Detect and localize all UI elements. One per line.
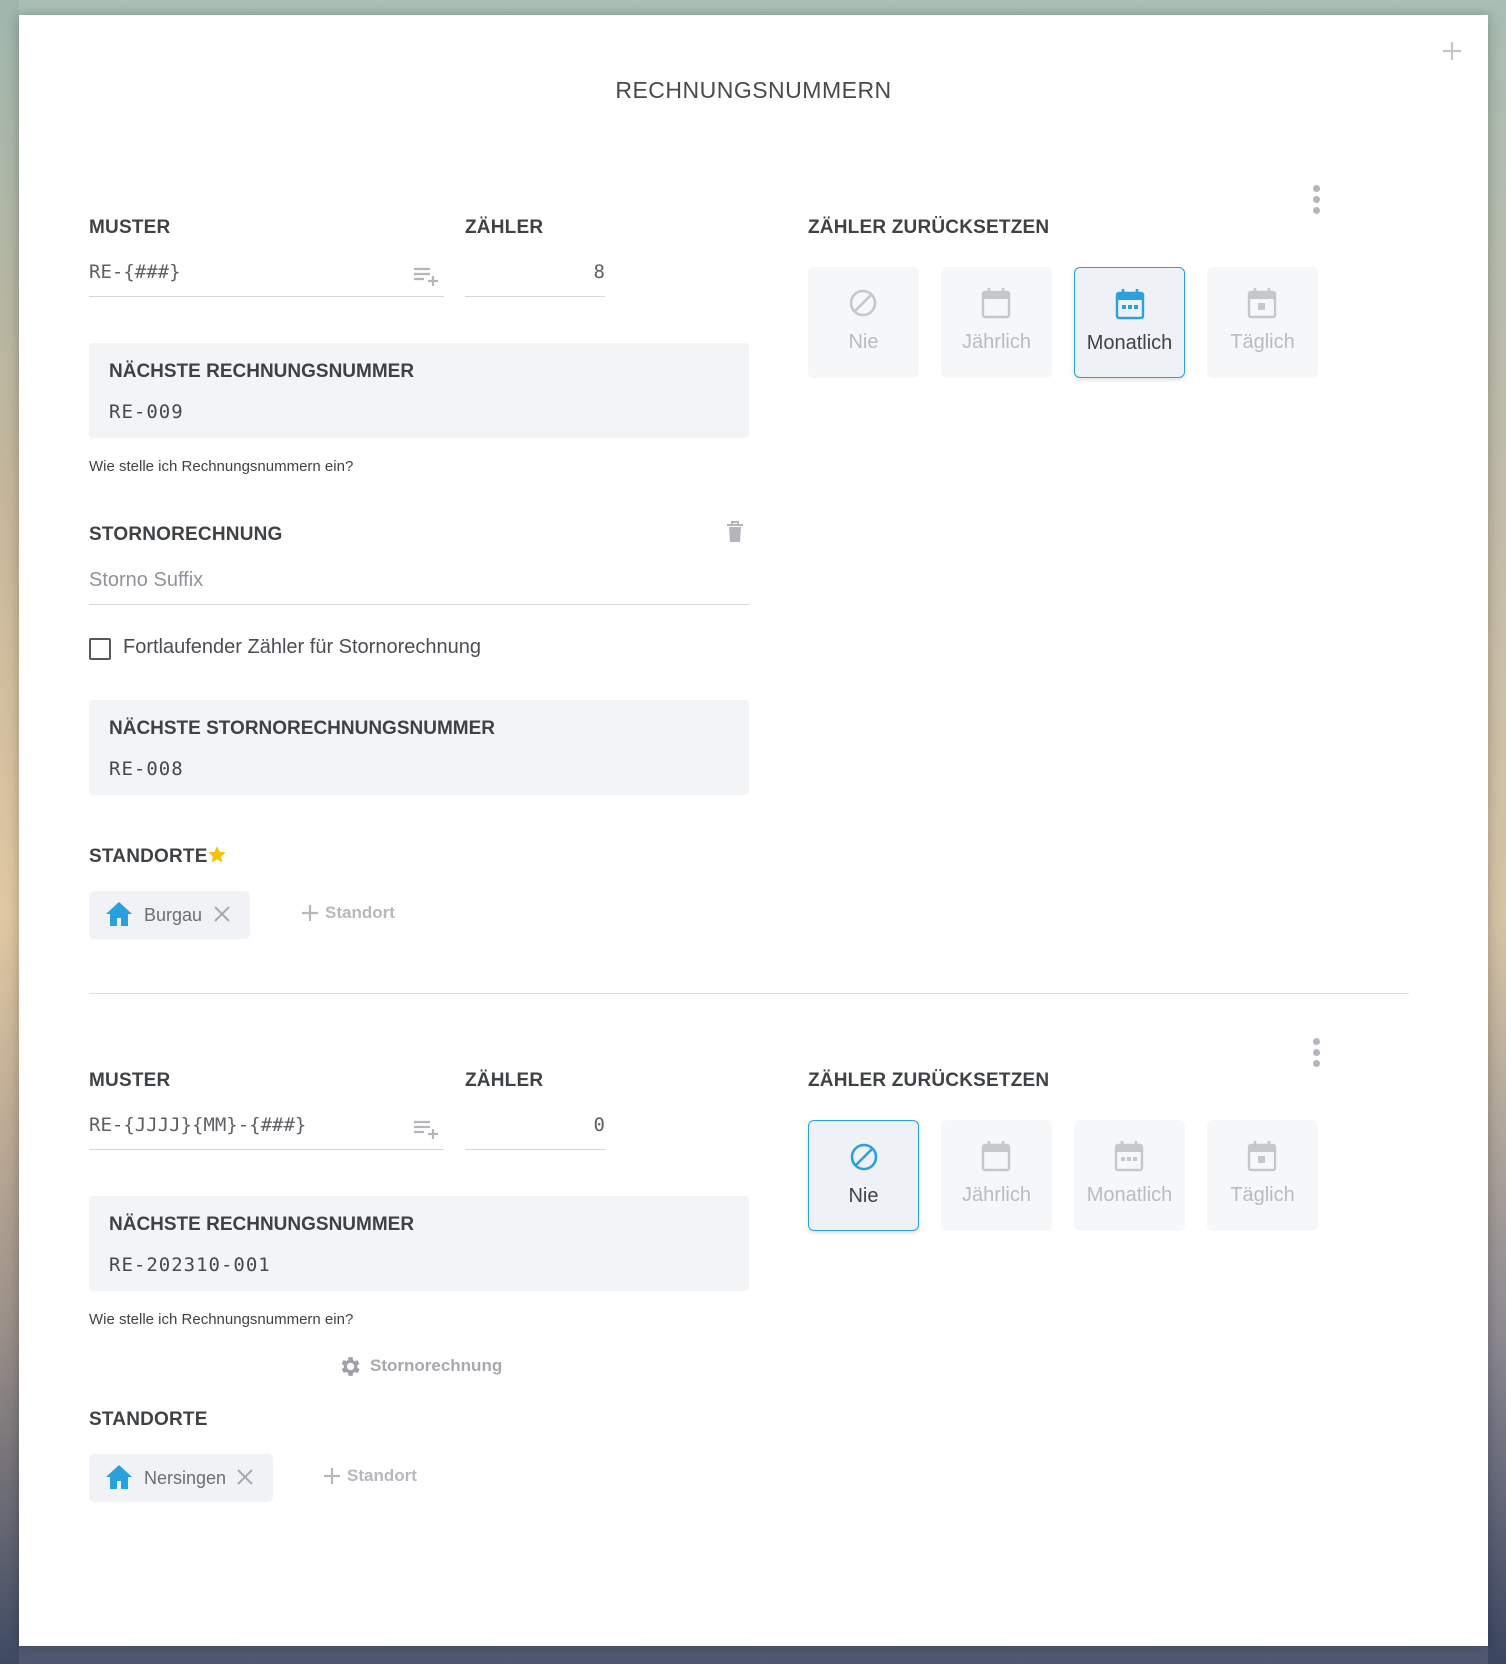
zaehler-label: ZÄHLER <box>465 217 544 238</box>
trash-icon[interactable] <box>726 521 744 543</box>
storno-suffix-input[interactable]: Storno Suffix <box>89 563 749 605</box>
next-number-value: RE-202310-001 <box>109 1254 271 1276</box>
home-icon <box>106 902 132 926</box>
reset-option-label: Monatlich <box>1086 1184 1173 1206</box>
zaehler-input[interactable]: 8 <box>465 255 605 297</box>
muster-value: RE-{JJJJ}{MM}-{###} <box>89 1114 307 1136</box>
muster-value: RE-{###} <box>89 261 181 283</box>
reset-option-nie[interactable]: Nie <box>808 267 919 378</box>
storno-settings-label: Stornorechnung <box>370 1356 503 1375</box>
block-icon <box>850 1143 878 1171</box>
location-name: Burgau <box>144 905 203 925</box>
calendar-month-icon <box>1114 1141 1144 1172</box>
reset-option-label: Jährlich <box>962 1184 1031 1206</box>
reset-option-label: Jährlich <box>962 331 1031 353</box>
zaehler-label: ZÄHLER <box>465 1070 544 1091</box>
close-icon[interactable] <box>236 1468 254 1486</box>
reset-option-label: Täglich <box>1230 331 1295 353</box>
kebab-menu-icon[interactable] <box>1310 1038 1322 1068</box>
number-range-section-2: MUSTER RE-{JJJJ}{MM}-{###} ZÄHLER 0 ZÄHL… <box>89 1018 1409 1618</box>
gear-icon <box>341 1357 360 1376</box>
number-range-section-1: MUSTER RE-{###} ZÄHLER 8 ZÄHLER ZURÜCKSE… <box>89 165 1409 965</box>
location-name: Nersingen <box>144 1468 227 1488</box>
next-number-label: NÄCHSTE RECHNUNGSNUMMER <box>109 1214 415 1235</box>
next-storno-number-value: RE-008 <box>109 758 184 780</box>
storno-suffix-placeholder: Storno Suffix <box>89 569 204 591</box>
calendar-blank-icon <box>981 288 1011 319</box>
reset-option-jaehrlich[interactable]: Jährlich <box>941 1120 1052 1231</box>
calendar-today-icon <box>1247 288 1277 319</box>
playlist-add-icon[interactable] <box>412 1116 442 1140</box>
location-chip[interactable]: Burgau <box>89 891 250 939</box>
muster-input[interactable]: RE-{###} <box>89 255 444 297</box>
kebab-menu-icon[interactable] <box>1310 185 1322 215</box>
reset-label: ZÄHLER ZURÜCKSETZEN <box>808 1070 1050 1091</box>
storno-counter-checkbox[interactable] <box>89 638 111 660</box>
invoice-numbers-panel: RECHNUNGSNUMMERN MUSTER RE-{###} ZÄHLER … <box>19 15 1488 1646</box>
next-number-box: NÄCHSTE RECHNUNGSNUMMER RE-009 <box>89 343 749 438</box>
playlist-add-icon[interactable] <box>412 263 442 287</box>
zaehler-value: 0 <box>593 1114 605 1136</box>
close-icon[interactable] <box>213 905 231 923</box>
reset-option-label: Nie <box>848 1185 879 1207</box>
calendar-today-icon <box>1247 1141 1277 1172</box>
zaehler-value: 8 <box>593 261 605 283</box>
muster-label: MUSTER <box>89 217 171 238</box>
home-icon <box>106 1465 132 1489</box>
next-number-label: NÄCHSTE RECHNUNGSNUMMER <box>109 361 415 382</box>
page-title: RECHNUNGSNUMMERN <box>615 77 892 103</box>
reset-label: ZÄHLER ZURÜCKSETZEN <box>808 217 1050 238</box>
plus-icon <box>302 905 318 921</box>
reset-option-taeglich[interactable]: Täglich <box>1207 267 1318 378</box>
next-storno-number-box: NÄCHSTE STORNORECHNUNGSNUMMER RE-008 <box>89 700 749 795</box>
storno-counter-checkbox-label[interactable]: Fortlaufender Zähler für Stornorechnung <box>123 636 481 659</box>
background-right <box>1488 0 1506 1664</box>
star-icon <box>208 846 226 863</box>
calendar-month-icon <box>1115 289 1145 320</box>
calendar-blank-icon <box>981 1141 1011 1172</box>
reset-option-label: Monatlich <box>1086 332 1173 354</box>
help-link[interactable]: Wie stelle ich Rechnungsnummern ein? <box>89 458 353 475</box>
reset-option-nie[interactable]: Nie <box>808 1120 919 1231</box>
storno-label: STORNORECHNUNG <box>89 524 283 545</box>
add-location-label: Standort <box>347 1466 417 1485</box>
add-location-label: Standort <box>325 903 395 922</box>
plus-icon <box>324 1468 340 1484</box>
next-number-value: RE-009 <box>109 401 184 423</box>
muster-label: MUSTER <box>89 1070 171 1091</box>
standorte-label: STANDORTE <box>89 846 208 867</box>
block-icon <box>849 289 877 317</box>
help-link: Wie stelle ich Rechnungsnummern ein? <box>89 1311 354 1328</box>
reset-option-monatlich[interactable]: Monatlich <box>1074 267 1185 378</box>
location-chip[interactable]: Nersingen <box>89 1454 273 1502</box>
standorte-label: STANDORTE <box>89 1409 208 1430</box>
reset-option-label: Täglich <box>1230 1184 1295 1206</box>
reset-option-label: Nie <box>848 331 879 353</box>
reset-option-jaehrlich[interactable]: Jährlich <box>941 267 1052 378</box>
background-left <box>0 0 19 1664</box>
reset-option-taeglich[interactable]: Täglich <box>1207 1120 1318 1231</box>
reset-option-monatlich[interactable]: Monatlich <box>1074 1120 1185 1231</box>
section-divider <box>89 993 1409 994</box>
muster-input[interactable]: RE-{JJJJ}{MM}-{###} <box>89 1108 444 1150</box>
zaehler-input[interactable]: 0 <box>465 1108 605 1150</box>
next-number-box: NÄCHSTE RECHNUNGSNUMMER RE-202310-001 <box>89 1196 749 1291</box>
next-storno-number-label: NÄCHSTE STORNORECHNUNGSNUMMER <box>109 718 495 739</box>
plus-icon[interactable] <box>1440 39 1464 63</box>
